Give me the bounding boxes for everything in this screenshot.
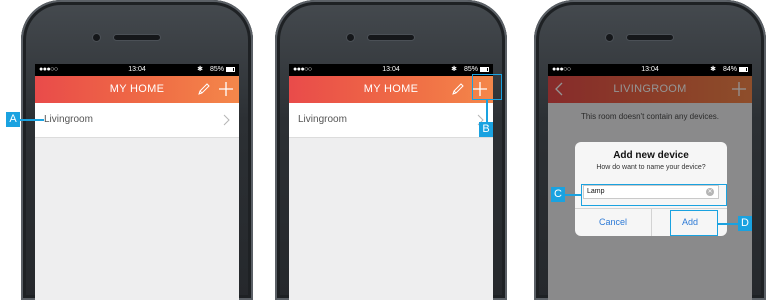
status-time: 13:04 — [641, 66, 659, 73]
callout-a: A — [6, 112, 20, 127]
battery-icon — [226, 67, 235, 72]
status-bar: ●●●○○ 13:04 ✱ 84% — [548, 64, 752, 76]
earpiece-speaker — [368, 35, 414, 40]
battery-icon — [739, 67, 748, 72]
callout-b: B — [479, 122, 493, 137]
dialog-subtitle: How do want to name your device? — [596, 164, 706, 171]
pencil-icon[interactable] — [197, 82, 211, 96]
room-label: Livingroom — [44, 114, 93, 125]
earpiece-speaker — [627, 35, 673, 40]
callout-d: D — [738, 216, 752, 231]
callout-c-line — [565, 194, 581, 196]
bluetooth-icon: ✱ — [710, 66, 716, 73]
battery-percent: 84% — [722, 66, 737, 73]
header-bar: MY HOME — [35, 76, 239, 103]
callout-d-box — [670, 210, 718, 236]
status-bar: ●●●○○ 13:04 ✱ 85% — [289, 64, 493, 76]
screen-my-home: ●●●○○ 13:04 ✱ 85% MY HOME Livingroom — [35, 64, 239, 300]
chevron-right-icon — [223, 114, 230, 126]
status-time: 13:04 — [382, 66, 400, 73]
callout-b-box — [472, 74, 502, 100]
callout-a-line — [20, 119, 44, 121]
plus-icon[interactable] — [219, 82, 233, 96]
earpiece-speaker — [114, 35, 160, 40]
pencil-icon[interactable] — [451, 82, 465, 96]
callout-c: C — [551, 187, 565, 202]
battery-icon — [480, 67, 489, 72]
phone-2: ●●●○○ 13:04 ✱ 85% MY HOME Livingroom — [275, 0, 507, 300]
callout-d-line — [718, 223, 738, 225]
front-camera — [606, 34, 613, 41]
status-time: 13:04 — [128, 66, 146, 73]
battery-percent: 85% — [209, 66, 224, 73]
room-label: Livingroom — [298, 114, 347, 125]
bluetooth-icon: ✱ — [451, 66, 457, 73]
dialog-title: Add new device — [613, 150, 689, 161]
front-camera — [347, 34, 354, 41]
callout-b-line — [486, 100, 488, 122]
room-row-livingroom[interactable]: Livingroom — [35, 103, 239, 138]
room-row-livingroom[interactable]: Livingroom — [289, 103, 493, 138]
bluetooth-icon: ✱ — [197, 66, 203, 73]
screen-livingroom: ●●●○○ 13:04 ✱ 84% LIVINGROOM This room d… — [548, 64, 752, 300]
front-camera — [93, 34, 100, 41]
cancel-button[interactable]: Cancel — [575, 209, 651, 236]
phone-1: ●●●○○ 13:04 ✱ 85% MY HOME Livingroom — [21, 0, 253, 300]
header-bar: MY HOME — [289, 76, 493, 103]
phone-3: ●●●○○ 13:04 ✱ 84% LIVINGROOM This room d… — [534, 0, 766, 300]
callout-c-box — [581, 184, 727, 206]
screen-my-home: ●●●○○ 13:04 ✱ 85% MY HOME Livingroom — [289, 64, 493, 300]
status-bar: ●●●○○ 13:04 ✱ 85% — [35, 64, 239, 76]
